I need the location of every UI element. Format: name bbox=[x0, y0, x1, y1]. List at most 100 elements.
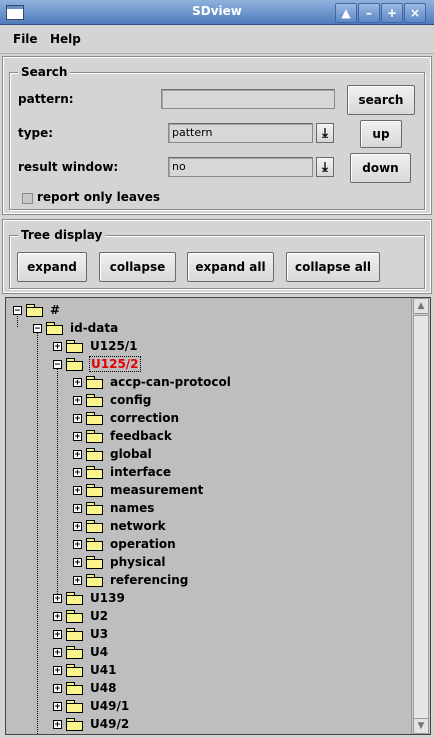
tree-node-u49-2[interactable]: + U49/2 bbox=[53, 715, 129, 733]
tree-node-physical[interactable]: + physical bbox=[73, 553, 166, 571]
collapse-icon[interactable]: − bbox=[33, 323, 42, 333]
expand-icon[interactable]: + bbox=[53, 629, 62, 639]
collapse-icon[interactable]: − bbox=[13, 305, 22, 315]
shade-button[interactable]: ▲ bbox=[335, 3, 357, 23]
search-button[interactable]: search bbox=[347, 85, 415, 115]
expand-icon[interactable]: + bbox=[73, 521, 82, 531]
scroll-thumb[interactable] bbox=[413, 315, 429, 725]
tree-node-operation[interactable]: + operation bbox=[73, 535, 176, 553]
folder-icon bbox=[66, 646, 83, 659]
expand-icon[interactable]: + bbox=[73, 395, 82, 405]
tree-node-label: interface bbox=[110, 465, 172, 479]
expand-icon[interactable]: + bbox=[73, 431, 82, 441]
expand-icon[interactable]: + bbox=[53, 701, 62, 711]
result-window-label: result window: bbox=[18, 160, 119, 174]
tree-node-u49-1[interactable]: + U49/1 bbox=[53, 697, 129, 715]
tree-node-label: U139 bbox=[90, 591, 125, 605]
expand-icon[interactable]: + bbox=[73, 449, 82, 459]
expand-icon[interactable]: + bbox=[53, 647, 62, 657]
tree-node-label: feedback bbox=[110, 429, 172, 443]
result-window-select[interactable]: no bbox=[168, 157, 313, 177]
expand-icon[interactable]: + bbox=[53, 719, 62, 729]
collapse-icon[interactable]: − bbox=[53, 359, 62, 369]
tree-node-interface[interactable]: + interface bbox=[73, 463, 171, 481]
tree-node-u48[interactable]: + U48 bbox=[53, 679, 116, 697]
folder-icon bbox=[86, 484, 103, 497]
tree-node-global[interactable]: + global bbox=[73, 445, 152, 463]
expand-icon[interactable]: + bbox=[53, 683, 62, 693]
tree-node-id-data[interactable]: − id-data bbox=[33, 319, 118, 337]
result-window-dropdown-icon[interactable]: ⤓ bbox=[316, 157, 334, 177]
tree-node-network[interactable]: + network bbox=[73, 517, 166, 535]
tree-node-label: network bbox=[110, 519, 166, 533]
collapse-all-button[interactable]: collapse all bbox=[286, 252, 380, 282]
tree-view[interactable]: − # − id-data + U125/1 − U125/2 + accp-can-… bbox=[5, 297, 431, 735]
tree-node-u139[interactable]: + U139 bbox=[53, 589, 125, 607]
tree-node-config[interactable]: + config bbox=[73, 391, 151, 409]
type-dropdown-icon[interactable]: ⤓ bbox=[316, 123, 334, 143]
type-select[interactable]: pattern bbox=[168, 123, 313, 143]
tree-node-referencing[interactable]: + referencing bbox=[73, 571, 188, 589]
down-button[interactable]: down bbox=[350, 153, 411, 183]
up-button[interactable]: up bbox=[360, 120, 402, 148]
close-button[interactable]: × bbox=[404, 3, 426, 23]
tree-node-label: referencing bbox=[110, 573, 189, 587]
expand-icon[interactable]: + bbox=[53, 611, 62, 621]
tree-node-label: U49/2 bbox=[90, 717, 130, 731]
expand-icon[interactable]: + bbox=[53, 341, 62, 351]
tree-node-accp-can-protocol[interactable]: + accp-can-protocol bbox=[73, 373, 231, 391]
tree-display-group-title: Tree display bbox=[18, 228, 106, 242]
folder-icon bbox=[86, 502, 103, 515]
menu-help[interactable]: Help bbox=[50, 32, 81, 46]
expand-button[interactable]: expand bbox=[17, 252, 87, 282]
tree-node-label: config bbox=[110, 393, 152, 407]
expand-icon[interactable]: + bbox=[73, 377, 82, 387]
tree-node-label: names bbox=[110, 501, 155, 515]
folder-icon bbox=[86, 430, 103, 443]
tree-node-label: measurement bbox=[110, 483, 204, 497]
tree-node-label: U125/1 bbox=[90, 339, 138, 353]
tree-node-label: U4 bbox=[90, 645, 109, 659]
tree-node-correction[interactable]: + correction bbox=[73, 409, 179, 427]
scroll-up-icon[interactable]: ▲ bbox=[413, 298, 429, 314]
expand-icon[interactable]: + bbox=[73, 557, 82, 567]
tree-node-u2[interactable]: + U2 bbox=[53, 607, 108, 625]
tree-node-names[interactable]: + names bbox=[73, 499, 154, 517]
tree-node-label: correction bbox=[110, 411, 180, 425]
tree-node-label: accp-can-protocol bbox=[110, 375, 231, 389]
expand-icon[interactable]: + bbox=[73, 575, 82, 585]
tree-node-label: U49/1 bbox=[90, 699, 130, 713]
minimize-button[interactable]: – bbox=[358, 3, 380, 23]
vertical-scrollbar[interactable]: ▲ ▼ bbox=[411, 298, 430, 734]
tree-node-u41[interactable]: + U41 bbox=[53, 661, 116, 679]
expand-all-button[interactable]: expand all bbox=[187, 252, 274, 282]
tree-node-measurement[interactable]: + measurement bbox=[73, 481, 203, 499]
tree-node-root[interactable]: − # bbox=[13, 301, 60, 319]
tree-node-label: operation bbox=[110, 537, 176, 551]
tree-node-u4[interactable]: + U4 bbox=[53, 643, 108, 661]
tree-node-u3[interactable]: + U3 bbox=[53, 625, 108, 643]
expand-icon[interactable]: + bbox=[53, 665, 62, 675]
menu-file[interactable]: File bbox=[13, 32, 38, 46]
tree-node-feedback[interactable]: + feedback bbox=[73, 427, 172, 445]
expand-icon[interactable]: + bbox=[73, 539, 82, 549]
tree-node-label-selected: U125/2 bbox=[89, 356, 141, 372]
scroll-down-icon[interactable]: ▼ bbox=[413, 718, 429, 734]
folder-icon bbox=[86, 466, 103, 479]
tree-line bbox=[57, 367, 58, 594]
expand-icon[interactable]: + bbox=[53, 593, 62, 603]
tree-node-u125-1[interactable]: + U125/1 bbox=[53, 337, 138, 355]
expand-icon[interactable]: + bbox=[73, 467, 82, 477]
expand-icon[interactable]: + bbox=[73, 485, 82, 495]
expand-icon[interactable]: + bbox=[73, 413, 82, 423]
tree-node-label: U2 bbox=[90, 609, 109, 623]
folder-icon bbox=[66, 358, 83, 371]
type-label: type: bbox=[18, 126, 54, 140]
expand-icon[interactable]: + bbox=[73, 503, 82, 513]
pattern-input[interactable] bbox=[161, 89, 335, 109]
folder-icon bbox=[66, 718, 83, 731]
report-only-leaves-checkbox[interactable] bbox=[22, 193, 33, 204]
collapse-button[interactable]: collapse bbox=[99, 252, 176, 282]
tree-node-u125-2[interactable]: − U125/2 bbox=[53, 355, 141, 373]
maximize-button[interactable]: + bbox=[381, 3, 403, 23]
